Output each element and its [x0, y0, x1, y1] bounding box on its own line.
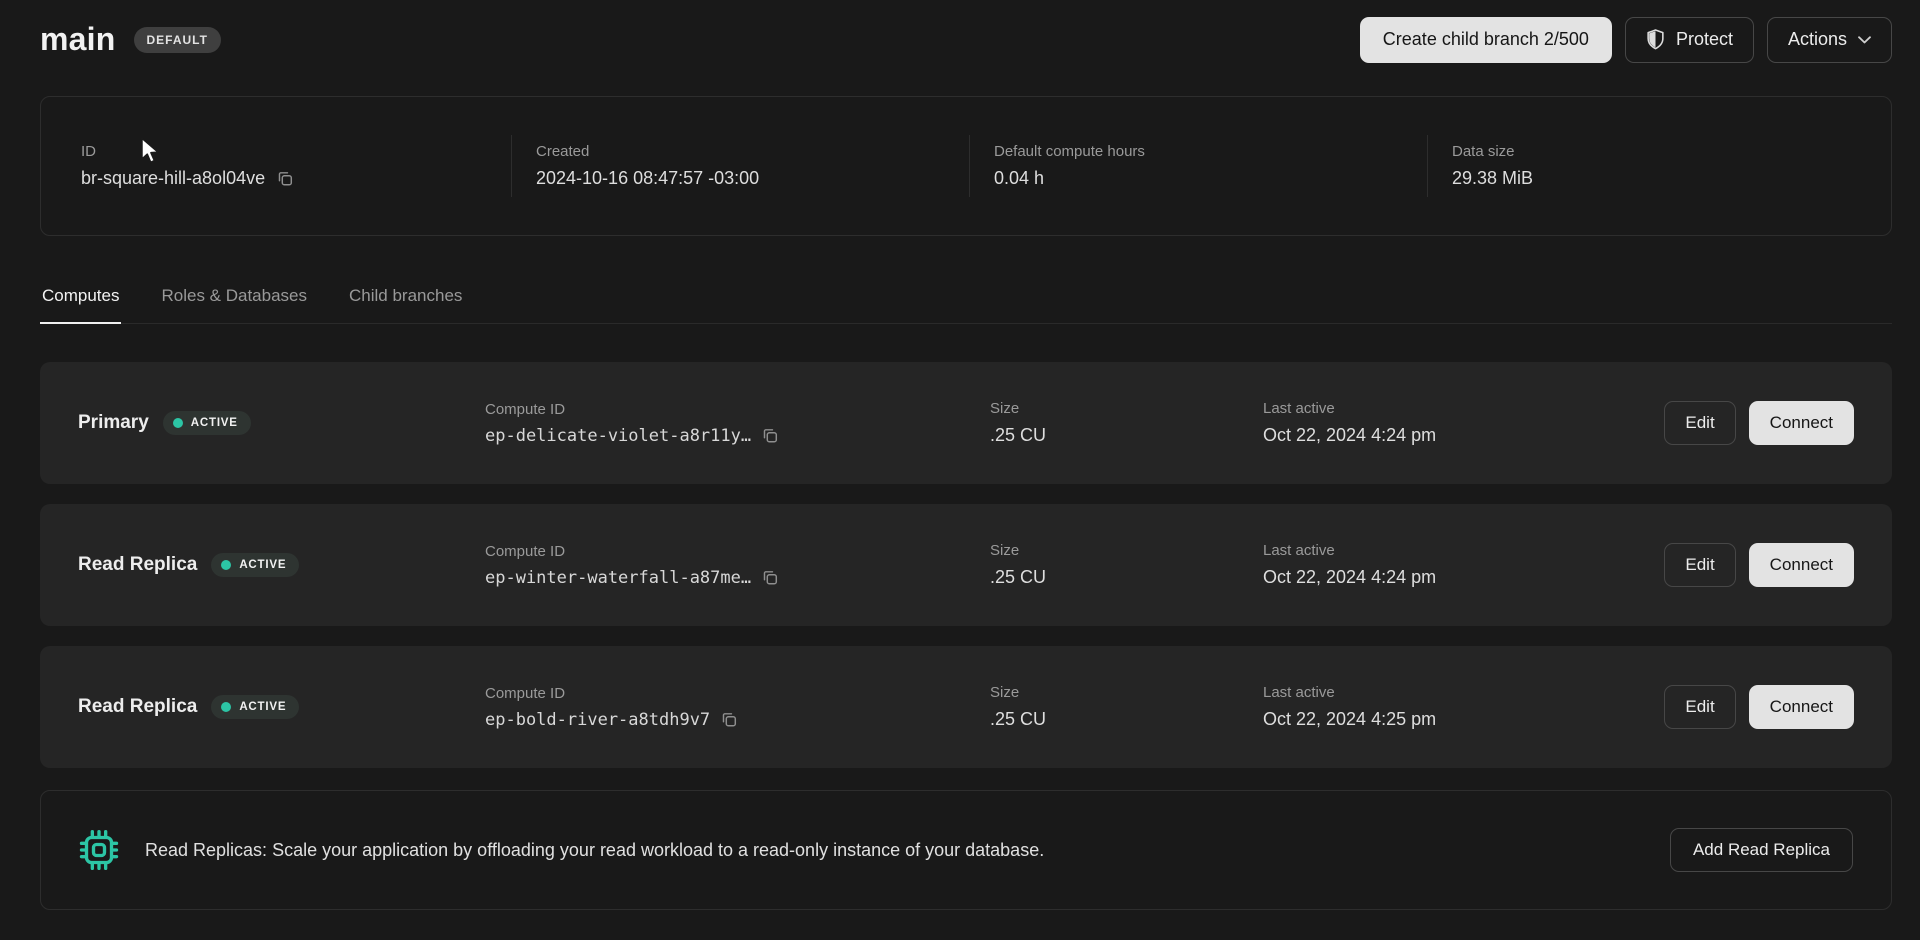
branch-id-value: br-square-hill-a8ol04ve: [81, 168, 265, 189]
row-actions: Edit Connect: [1664, 401, 1854, 445]
edit-button[interactable]: Edit: [1664, 685, 1735, 729]
size-cell: Size .25 CU: [990, 400, 1263, 446]
branch-info-card: ID br-square-hill-a8ol04ve Created 2024-…: [40, 96, 1892, 236]
data-size-label: Data size: [1452, 143, 1891, 160]
size-value: .25 CU: [990, 567, 1263, 588]
data-size-value: 29.38 MiB: [1452, 168, 1891, 189]
copy-icon[interactable]: [761, 427, 779, 445]
tab-computes[interactable]: Computes: [40, 286, 121, 324]
computes-list: Primary ACTIVE Compute ID ep-delicate-vi…: [40, 362, 1892, 768]
compute-id-label: Compute ID: [485, 401, 990, 418]
tab-roles-databases[interactable]: Roles & Databases: [159, 286, 309, 324]
compute-id-cell: Compute ID ep-winter-waterfall-a87me…: [485, 543, 990, 588]
page-title: main: [40, 21, 116, 58]
edit-button[interactable]: Edit: [1664, 543, 1735, 587]
copy-icon[interactable]: [761, 569, 779, 587]
toolbar: Create child branch 2/500 Protect Action…: [1360, 17, 1892, 63]
banner-message: Read Replicas: Scale your application by…: [145, 840, 1044, 861]
last-active-label: Last active: [1263, 542, 1664, 559]
created-value: 2024-10-16 08:47:57 -03:00: [536, 168, 969, 189]
compute-name-group: Read Replica ACTIVE: [78, 695, 485, 719]
connect-button[interactable]: Connect: [1749, 685, 1854, 729]
size-value: .25 CU: [990, 709, 1263, 730]
connect-button[interactable]: Connect: [1749, 543, 1854, 587]
last-active-label: Last active: [1263, 400, 1664, 417]
protect-button[interactable]: Protect: [1625, 17, 1754, 63]
last-active-value: Oct 22, 2024 4:24 pm: [1263, 425, 1664, 446]
tab-child-branches[interactable]: Child branches: [347, 286, 464, 324]
compute-id-cell: Compute ID ep-bold-river-a8tdh9v7: [485, 685, 990, 730]
status-badge: ACTIVE: [211, 695, 299, 719]
status-badge: ACTIVE: [211, 553, 299, 577]
row-actions: Edit Connect: [1664, 543, 1854, 587]
compute-id-value: ep-bold-river-a8tdh9v7: [485, 710, 710, 730]
compute-row-read-replica-1: Read Replica ACTIVE Compute ID ep-winter…: [40, 504, 1892, 626]
shield-icon: [1646, 29, 1665, 50]
last-active-value: Oct 22, 2024 4:24 pm: [1263, 567, 1664, 588]
compute-id-value: ep-delicate-violet-a8r11y…: [485, 426, 751, 446]
last-active-cell: Last active Oct 22, 2024 4:24 pm: [1263, 400, 1664, 446]
status-dot-icon: [221, 702, 231, 712]
size-value: .25 CU: [990, 425, 1263, 446]
compute-id-cell: Compute ID ep-delicate-violet-a8r11y…: [485, 401, 990, 446]
top-bar: main DEFAULT Create child branch 2/500 P…: [40, 16, 1892, 63]
status-label: ACTIVE: [239, 701, 286, 713]
default-badge: DEFAULT: [134, 27, 221, 53]
status-badge: ACTIVE: [163, 411, 251, 435]
last-active-label: Last active: [1263, 684, 1664, 701]
compute-id-label: Compute ID: [485, 685, 990, 702]
copy-icon[interactable]: [276, 170, 294, 188]
compute-hours-field: Default compute hours 0.04 h: [970, 143, 1427, 189]
read-replica-banner: Read Replicas: Scale your application by…: [40, 790, 1892, 910]
branch-id-field: ID br-square-hill-a8ol04ve: [81, 143, 511, 189]
last-active-cell: Last active Oct 22, 2024 4:25 pm: [1263, 684, 1664, 730]
status-label: ACTIVE: [239, 559, 286, 571]
size-label: Size: [990, 400, 1263, 417]
compute-row-primary: Primary ACTIVE Compute ID ep-delicate-vi…: [40, 362, 1892, 484]
cpu-chip-icon: [79, 829, 119, 871]
branch-title-group: main DEFAULT: [40, 21, 221, 58]
compute-row-read-replica-2: Read Replica ACTIVE Compute ID ep-bold-r…: [40, 646, 1892, 768]
last-active-value: Oct 22, 2024 4:25 pm: [1263, 709, 1664, 730]
copy-icon[interactable]: [720, 711, 738, 729]
compute-name: Read Replica: [78, 554, 197, 576]
row-actions: Edit Connect: [1664, 685, 1854, 729]
branch-id-label: ID: [81, 143, 511, 160]
size-cell: Size .25 CU: [990, 542, 1263, 588]
compute-name-group: Primary ACTIVE: [78, 411, 485, 435]
status-dot-icon: [173, 418, 183, 428]
size-cell: Size .25 CU: [990, 684, 1263, 730]
chevron-down-icon: [1858, 36, 1871, 44]
add-read-replica-button[interactable]: Add Read Replica: [1670, 828, 1853, 872]
protect-label: Protect: [1676, 29, 1733, 50]
compute-name: Primary: [78, 412, 149, 434]
status-dot-icon: [221, 560, 231, 570]
compute-id-value: ep-winter-waterfall-a87me…: [485, 568, 751, 588]
created-field: Created 2024-10-16 08:47:57 -03:00: [512, 143, 969, 189]
connect-button[interactable]: Connect: [1749, 401, 1854, 445]
created-label: Created: [536, 143, 969, 160]
compute-name-group: Read Replica ACTIVE: [78, 553, 485, 577]
branch-page: main DEFAULT Create child branch 2/500 P…: [0, 0, 1920, 910]
data-size-field: Data size 29.38 MiB: [1428, 143, 1891, 189]
edit-button[interactable]: Edit: [1664, 401, 1735, 445]
create-child-branch-button[interactable]: Create child branch 2/500: [1360, 17, 1612, 63]
last-active-cell: Last active Oct 22, 2024 4:24 pm: [1263, 542, 1664, 588]
create-child-branch-label: Create child branch 2/500: [1383, 29, 1589, 50]
actions-button[interactable]: Actions: [1767, 17, 1892, 63]
compute-hours-value: 0.04 h: [994, 168, 1427, 189]
status-label: ACTIVE: [191, 417, 238, 429]
compute-id-label: Compute ID: [485, 543, 990, 560]
actions-label: Actions: [1788, 29, 1847, 50]
compute-name: Read Replica: [78, 696, 197, 718]
compute-hours-label: Default compute hours: [994, 143, 1427, 160]
size-label: Size: [990, 542, 1263, 559]
tab-bar: Computes Roles & Databases Child branche…: [40, 286, 1892, 324]
size-label: Size: [990, 684, 1263, 701]
